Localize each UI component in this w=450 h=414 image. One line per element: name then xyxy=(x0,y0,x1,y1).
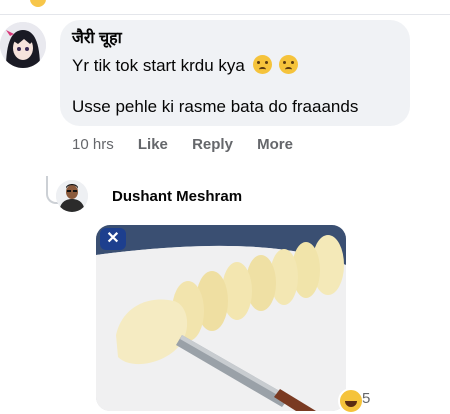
reply-button[interactable]: Reply xyxy=(192,136,233,153)
sad-emoji-icon xyxy=(279,55,299,74)
reply-photo[interactable] xyxy=(96,225,346,411)
comment-author[interactable]: जैरी चूहा xyxy=(72,26,122,48)
comment-time[interactable]: 10 hrs xyxy=(72,136,114,153)
sad-emoji-icon xyxy=(252,55,272,74)
comment-text-line-1: Yr tik tok start krdu kya xyxy=(72,56,245,75)
comment-line-1: Yr tik tok start krdu kya xyxy=(72,55,299,76)
reaction-summary[interactable]: 5 xyxy=(338,388,384,414)
comment-line-2: Usse pehle ki rasme bata do fraaands xyxy=(72,97,359,116)
previous-comment-edge xyxy=(0,0,450,15)
close-icon[interactable]: ✕ xyxy=(100,228,126,250)
like-button[interactable]: Like xyxy=(138,136,168,153)
comment-actions: 10 hrs Like Reply More xyxy=(72,136,313,153)
avatar[interactable] xyxy=(0,22,46,68)
laughing-emoji-icon xyxy=(338,388,364,414)
more-button[interactable]: More xyxy=(257,136,293,153)
reaction-count: 5 xyxy=(362,390,371,407)
reply-avatar[interactable] xyxy=(56,180,88,212)
reply-author[interactable]: Dushant Meshram xyxy=(112,188,242,205)
